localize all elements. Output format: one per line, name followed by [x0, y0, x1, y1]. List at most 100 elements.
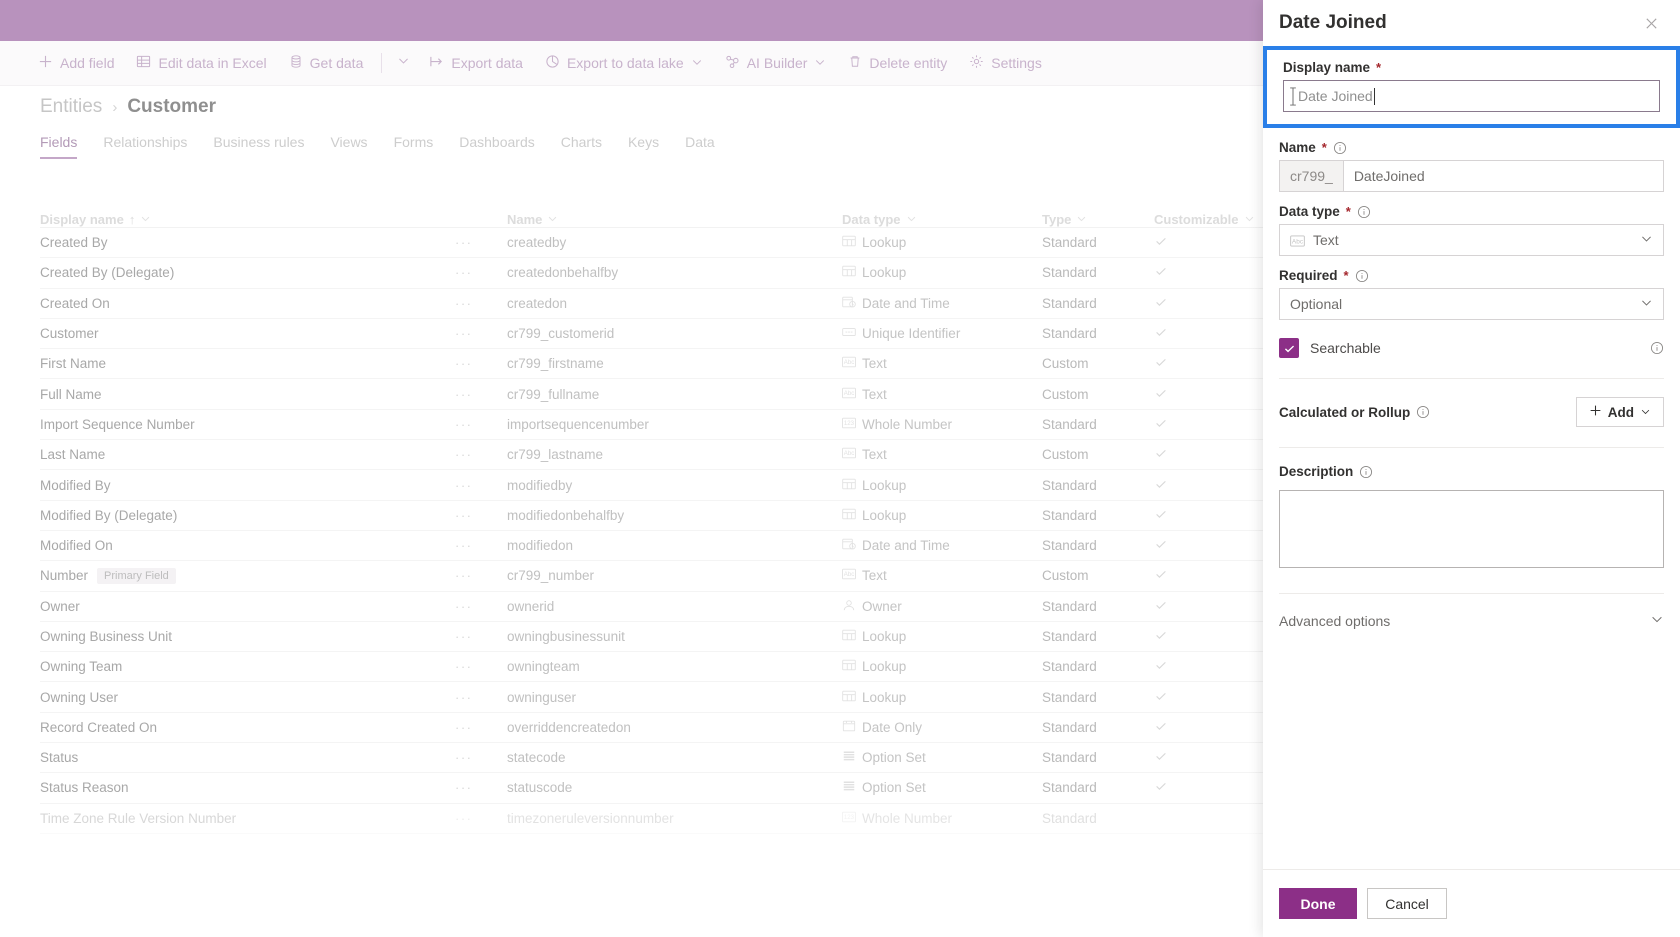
- breadcrumb-entities-link[interactable]: Entities: [40, 96, 102, 118]
- chevron-down-icon: [814, 55, 826, 71]
- edit-data-in-excel-button[interactable]: Edit data in Excel: [126, 48, 276, 78]
- cell-display-name[interactable]: Owner: [40, 599, 455, 614]
- display-name-input[interactable]: Date Joined: [1283, 80, 1660, 112]
- info-icon[interactable]: [1359, 465, 1373, 479]
- export-to-data-lake-label: Export to data lake: [566, 55, 684, 71]
- row-more-options-button[interactable]: ···: [455, 235, 507, 250]
- cell-display-name[interactable]: Created By: [40, 235, 455, 250]
- cell-display-name[interactable]: Status Reason: [40, 780, 455, 795]
- add-calculation-button[interactable]: Add: [1575, 397, 1664, 427]
- ai-builder-button[interactable]: AI Builder: [715, 48, 837, 78]
- description-textarea[interactable]: [1279, 490, 1664, 568]
- cell-display-name[interactable]: Full Name: [40, 387, 455, 402]
- delete-entity-button[interactable]: Delete entity: [838, 48, 957, 78]
- row-more-options-button[interactable]: ···: [455, 811, 507, 826]
- name-input-wrapper[interactable]: cr799_ DateJoined: [1279, 160, 1664, 192]
- row-more-options-button[interactable]: ···: [455, 387, 507, 402]
- cell-display-name[interactable]: Last Name: [40, 447, 455, 462]
- cell-display-name[interactable]: Created On: [40, 296, 455, 311]
- ai-builder-icon: [725, 54, 740, 72]
- guid-icon: [842, 326, 856, 341]
- add-field-button[interactable]: Add field: [28, 48, 124, 78]
- row-more-options-button[interactable]: ···: [455, 417, 507, 432]
- export-icon: [429, 54, 444, 72]
- export-to-data-lake-button[interactable]: Export to data lake: [535, 48, 713, 78]
- row-more-options-button[interactable]: ···: [455, 508, 507, 523]
- required-select[interactable]: Optional: [1279, 288, 1664, 320]
- column-header-display-name[interactable]: Display name ↑: [40, 212, 455, 227]
- tab-charts[interactable]: Charts: [561, 134, 602, 159]
- tab-business-rules[interactable]: Business rules: [213, 134, 304, 159]
- column-header-name[interactable]: Name: [507, 212, 842, 227]
- row-more-options-button[interactable]: ···: [455, 629, 507, 644]
- cell-display-name[interactable]: Import Sequence Number: [40, 417, 455, 432]
- column-header-data-type[interactable]: Data type: [842, 212, 1042, 227]
- row-more-options-button[interactable]: ···: [455, 720, 507, 735]
- excel-icon: [136, 54, 151, 72]
- export-data-button[interactable]: Export data: [419, 48, 533, 78]
- row-more-options-button[interactable]: ···: [455, 690, 507, 705]
- info-icon[interactable]: [1355, 269, 1369, 283]
- row-more-options-button[interactable]: ···: [455, 599, 507, 614]
- settings-button[interactable]: Settings: [959, 48, 1052, 78]
- row-more-options-button[interactable]: ···: [455, 538, 507, 553]
- sort-asc-icon: ↑: [128, 212, 136, 227]
- row-more-options-button[interactable]: ···: [455, 780, 507, 795]
- cancel-button[interactable]: Cancel: [1367, 888, 1447, 919]
- cell-display-name[interactable]: Modified By: [40, 478, 455, 493]
- info-icon[interactable]: [1357, 205, 1371, 219]
- data-type-text: Lookup: [862, 629, 907, 644]
- row-more-options-button[interactable]: ···: [455, 478, 507, 493]
- cell-data-type: Date and Time: [842, 296, 1042, 311]
- cell-display-name[interactable]: Number Primary Field: [40, 567, 455, 584]
- cell-display-name[interactable]: Modified By (Delegate): [40, 508, 455, 523]
- cell-display-name[interactable]: Status: [40, 750, 455, 765]
- description-label: Description: [1279, 464, 1664, 479]
- searchable-checkbox[interactable]: [1279, 338, 1299, 358]
- info-icon[interactable]: [1650, 341, 1664, 355]
- required-group: Required * Optional: [1279, 268, 1664, 320]
- tab-forms[interactable]: Forms: [394, 134, 434, 159]
- row-more-options-button[interactable]: ···: [455, 568, 507, 583]
- data-type-text: Lookup: [862, 235, 907, 251]
- cell-display-name[interactable]: Record Created On: [40, 720, 455, 735]
- tab-relationships[interactable]: Relationships: [103, 134, 187, 159]
- data-type-select[interactable]: Abc Text: [1279, 224, 1664, 256]
- row-more-options-button[interactable]: ···: [455, 265, 507, 280]
- searchable-row: Searchable: [1279, 338, 1664, 358]
- row-more-options-button[interactable]: ···: [455, 750, 507, 765]
- data-type-text: Owner: [862, 598, 902, 614]
- cell-display-name[interactable]: Owning User: [40, 690, 455, 705]
- close-icon[interactable]: [1636, 8, 1666, 38]
- display-name-value: Date Joined: [1298, 88, 1373, 104]
- cell-display-name[interactable]: Modified On: [40, 538, 455, 553]
- cell-display-name[interactable]: Created By (Delegate): [40, 265, 455, 280]
- get-data-more-chevron[interactable]: [390, 48, 417, 78]
- add-field-label: Add field: [60, 55, 115, 71]
- tab-views[interactable]: Views: [330, 134, 367, 159]
- display-name-label: Display name *: [1283, 60, 1660, 75]
- command-separator: [381, 53, 383, 73]
- tab-keys[interactable]: Keys: [628, 134, 659, 159]
- info-icon[interactable]: [1416, 405, 1430, 419]
- row-more-options-button[interactable]: ···: [455, 447, 507, 462]
- tab-dashboards[interactable]: Dashboards: [459, 134, 535, 159]
- cell-display-name[interactable]: Owning Business Unit: [40, 629, 455, 644]
- tab-data[interactable]: Data: [685, 134, 715, 159]
- column-header-type[interactable]: Type: [1042, 212, 1154, 227]
- cell-display-name[interactable]: First Name: [40, 356, 455, 371]
- row-more-options-button[interactable]: ···: [455, 326, 507, 341]
- done-button[interactable]: Done: [1279, 888, 1357, 919]
- cell-display-name[interactable]: Customer: [40, 326, 455, 341]
- advanced-options-toggle[interactable]: Advanced options: [1279, 612, 1664, 629]
- cell-display-name[interactable]: Owning Team: [40, 659, 455, 674]
- info-icon[interactable]: [1333, 141, 1347, 155]
- field-display-name: First Name: [40, 356, 107, 372]
- row-more-options-button[interactable]: ···: [455, 296, 507, 311]
- calculated-rollup-label-text: Calculated or Rollup: [1279, 404, 1411, 420]
- row-more-options-button[interactable]: ···: [455, 356, 507, 371]
- tab-fields[interactable]: Fields: [40, 134, 78, 159]
- cell-display-name[interactable]: Time Zone Rule Version Number: [40, 811, 455, 826]
- get-data-button[interactable]: Get data: [279, 48, 374, 78]
- row-more-options-button[interactable]: ···: [455, 659, 507, 674]
